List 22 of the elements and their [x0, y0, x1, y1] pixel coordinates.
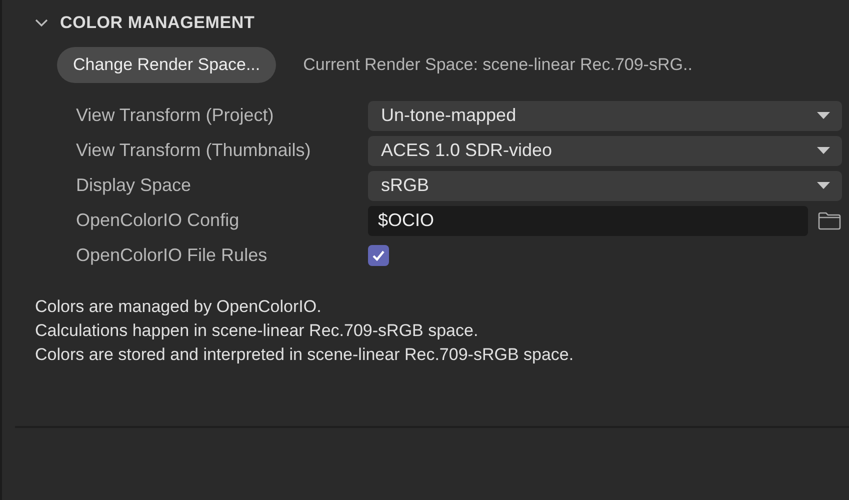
input-field[interactable]: $OCIO	[368, 206, 808, 236]
change-render-space-button[interactable]: Change Render Space...	[57, 47, 276, 83]
current-render-space-text: Current Render Space: scene-linear Rec.709-sRG..	[303, 55, 692, 75]
setting-label: OpenColorIO Config	[75, 210, 240, 231]
setting-label: OpenColorIO File Rules	[75, 245, 268, 266]
dropdown[interactable]: Un-tone-mapped	[368, 100, 842, 130]
description-text: Colors are managed by OpenColorIO.	[35, 296, 322, 318]
dropdown[interactable]: ACES 1.0 SDR-video	[368, 136, 842, 166]
description-text: Colors are stored and interpreted in scene-linear Rec.709-sRGB space.	[35, 344, 575, 366]
description-text: Calculations happen in scene-linear Rec.709-sRGB space.	[35, 320, 480, 342]
folder-icon[interactable]	[818, 212, 841, 230]
dropdown-arrow-icon	[817, 182, 830, 189]
checkbox[interactable]	[368, 245, 389, 266]
setting-label: Display Space	[75, 175, 192, 196]
checkmark-icon	[372, 250, 385, 261]
section-title: COLOR MANAGEMENT	[60, 13, 255, 33]
dropdown-arrow-icon	[817, 147, 830, 154]
dropdown[interactable]: sRGB	[368, 170, 842, 200]
chevron-icon[interactable]	[35, 19, 48, 27]
dropdown-arrow-icon	[817, 112, 830, 119]
setting-label: View Transform (Project)	[75, 105, 275, 126]
setting-label: View Transform (Thumbnails)	[75, 140, 312, 161]
